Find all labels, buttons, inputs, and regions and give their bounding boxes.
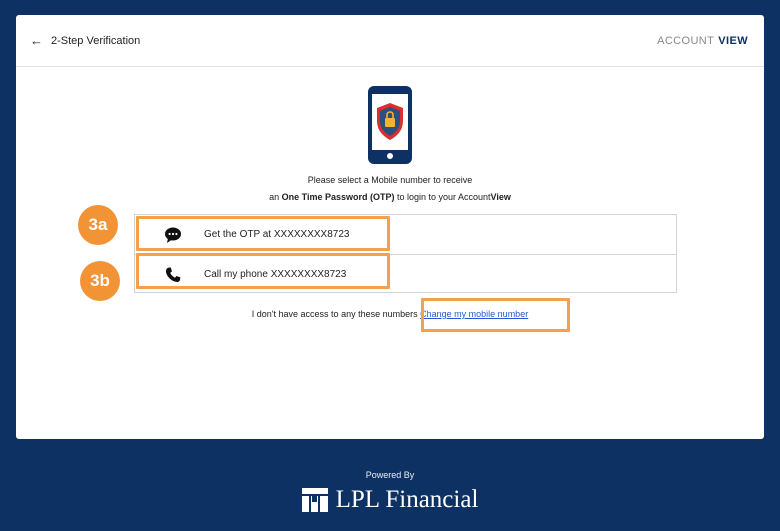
otp-options-list: Get the OTP at XXXXXXXX8723 Call my phon…	[134, 214, 677, 293]
brand-logo: ACCOUNT VIEW	[657, 34, 748, 47]
otp-sms-option[interactable]: Get the OTP at XXXXXXXX8723	[135, 215, 676, 254]
chat-bubble-icon	[165, 227, 181, 243]
otp-call-option[interactable]: Call my phone XXXXXXXX8723	[135, 254, 676, 293]
lpl-logo-icon	[301, 488, 328, 512]
page-title: 2-Step Verification	[51, 34, 141, 47]
otp-sms-label: Get the OTP at XXXXXXXX8723	[204, 229, 350, 240]
otp-call-label: Call my phone XXXXXXXX8723	[204, 268, 347, 280]
phone-icon	[165, 267, 181, 283]
callout-badge-3b: 3b	[80, 261, 120, 301]
change-mobile-number-link[interactable]: Change my mobile number	[420, 309, 528, 319]
no-access-row: I don't have access to any these numbers…	[16, 309, 764, 319]
instruction-line-2: an One Time Password (OTP) to login to y…	[269, 192, 511, 202]
callout-badge-3a: 3a	[78, 205, 118, 245]
verification-card: ← 2-Step Verification ACCOUNT VIEW Please…	[16, 15, 764, 439]
arrow-left-icon: ←	[30, 33, 43, 48]
powered-by-text: Powered By	[365, 470, 415, 480]
back-button[interactable]: ← 2-Step Verification	[30, 34, 140, 47]
no-access-text: I don't have access to any these numbers	[251, 309, 418, 319]
footer: Powered By LPL Financial	[0, 470, 780, 514]
lpl-financial-logo: LPL Financial	[0, 486, 780, 514]
card-header: ← 2-Step Verification ACCOUNT VIEW	[16, 15, 764, 67]
instruction-line-1: Please select a Mobile number to receive	[307, 175, 473, 185]
secure-phone-icon	[368, 86, 412, 164]
company-name: LPL Financial	[335, 486, 479, 513]
